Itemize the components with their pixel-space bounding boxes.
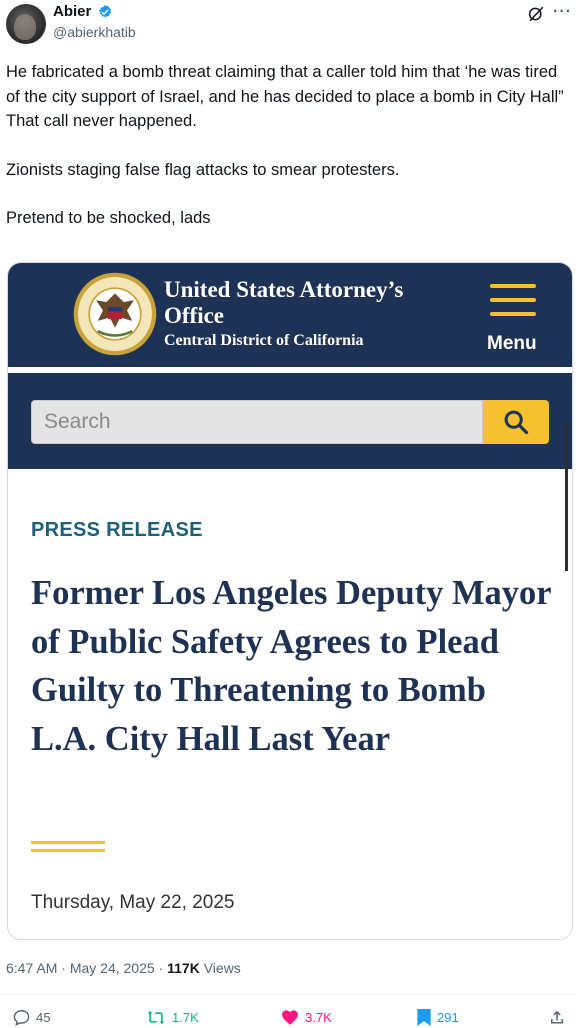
press-release-label: PRESS RELEASE (31, 519, 203, 541)
accent-rule (31, 841, 105, 857)
office-title: United States Attorney’s Office (164, 277, 404, 328)
repost-count: 1.7K (172, 1010, 199, 1025)
divider (0, 993, 576, 994)
bookmark-icon (417, 1008, 431, 1027)
post-date[interactable]: May 24, 2025 (70, 960, 155, 976)
tweet-text: He fabricated a bomb threat claiming tha… (6, 60, 566, 231)
repost-icon (147, 1010, 165, 1025)
doj-seal-icon (73, 272, 157, 356)
search-bar (8, 373, 572, 571)
search-button (483, 400, 549, 444)
attached-image-card[interactable]: United States Attorney’s Office Central … (7, 262, 573, 940)
tweet-paragraph: Pretend to be shocked, lads (6, 209, 211, 227)
hamburger-menu-icon (490, 284, 536, 316)
office-subtitle: Central District of California (164, 332, 364, 349)
menu-label: Menu (487, 333, 537, 354)
bookmark-count: 291 (437, 1010, 459, 1025)
more-icon[interactable]: ··· (553, 3, 572, 21)
author-handle[interactable]: @abierkhatib (53, 24, 136, 40)
search-input (31, 400, 483, 444)
post-time[interactable]: 6:47 AM (6, 960, 57, 976)
views-count: 117K (167, 960, 200, 976)
reply-count: 45 (36, 1010, 51, 1025)
press-release-date: Thursday, May 22, 2025 (31, 892, 235, 913)
magnifier-icon (504, 410, 529, 435)
press-release-headline: Former Los Angeles Deputy Mayor of Publi… (31, 574, 551, 758)
like-button[interactable]: 3.7K (280, 1008, 332, 1027)
like-count: 3.7K (305, 1010, 332, 1025)
scrollbar (565, 421, 568, 571)
grok-icon[interactable] (527, 5, 545, 23)
share-button[interactable] (548, 1008, 571, 1027)
avatar[interactable] (6, 4, 46, 44)
heart-icon (282, 1010, 298, 1025)
reply-icon (13, 1010, 30, 1026)
author-name[interactable]: Abier (53, 3, 91, 20)
verified-badge-icon (98, 5, 112, 18)
bookmark-button[interactable]: 291 (416, 1008, 459, 1027)
reply-button[interactable]: 45 (12, 1008, 50, 1027)
tweet-timestamp: 6:47 AM · May 24, 2025 · 117K Views (6, 960, 241, 976)
share-icon (551, 1010, 563, 1024)
views-label: Views (203, 960, 241, 976)
tweet-paragraph: He fabricated a bomb threat claiming tha… (6, 63, 564, 106)
tweet-header: Abier @abierkhatib ··· (0, 0, 576, 52)
repost-button[interactable]: 1.7K (145, 1008, 199, 1027)
tweet-paragraph: Zionists staging false flag attacks to s… (6, 160, 400, 179)
tweet-paragraph: That call never happened. (6, 112, 197, 130)
doj-header: United States Attorney’s Office Central … (8, 263, 572, 367)
